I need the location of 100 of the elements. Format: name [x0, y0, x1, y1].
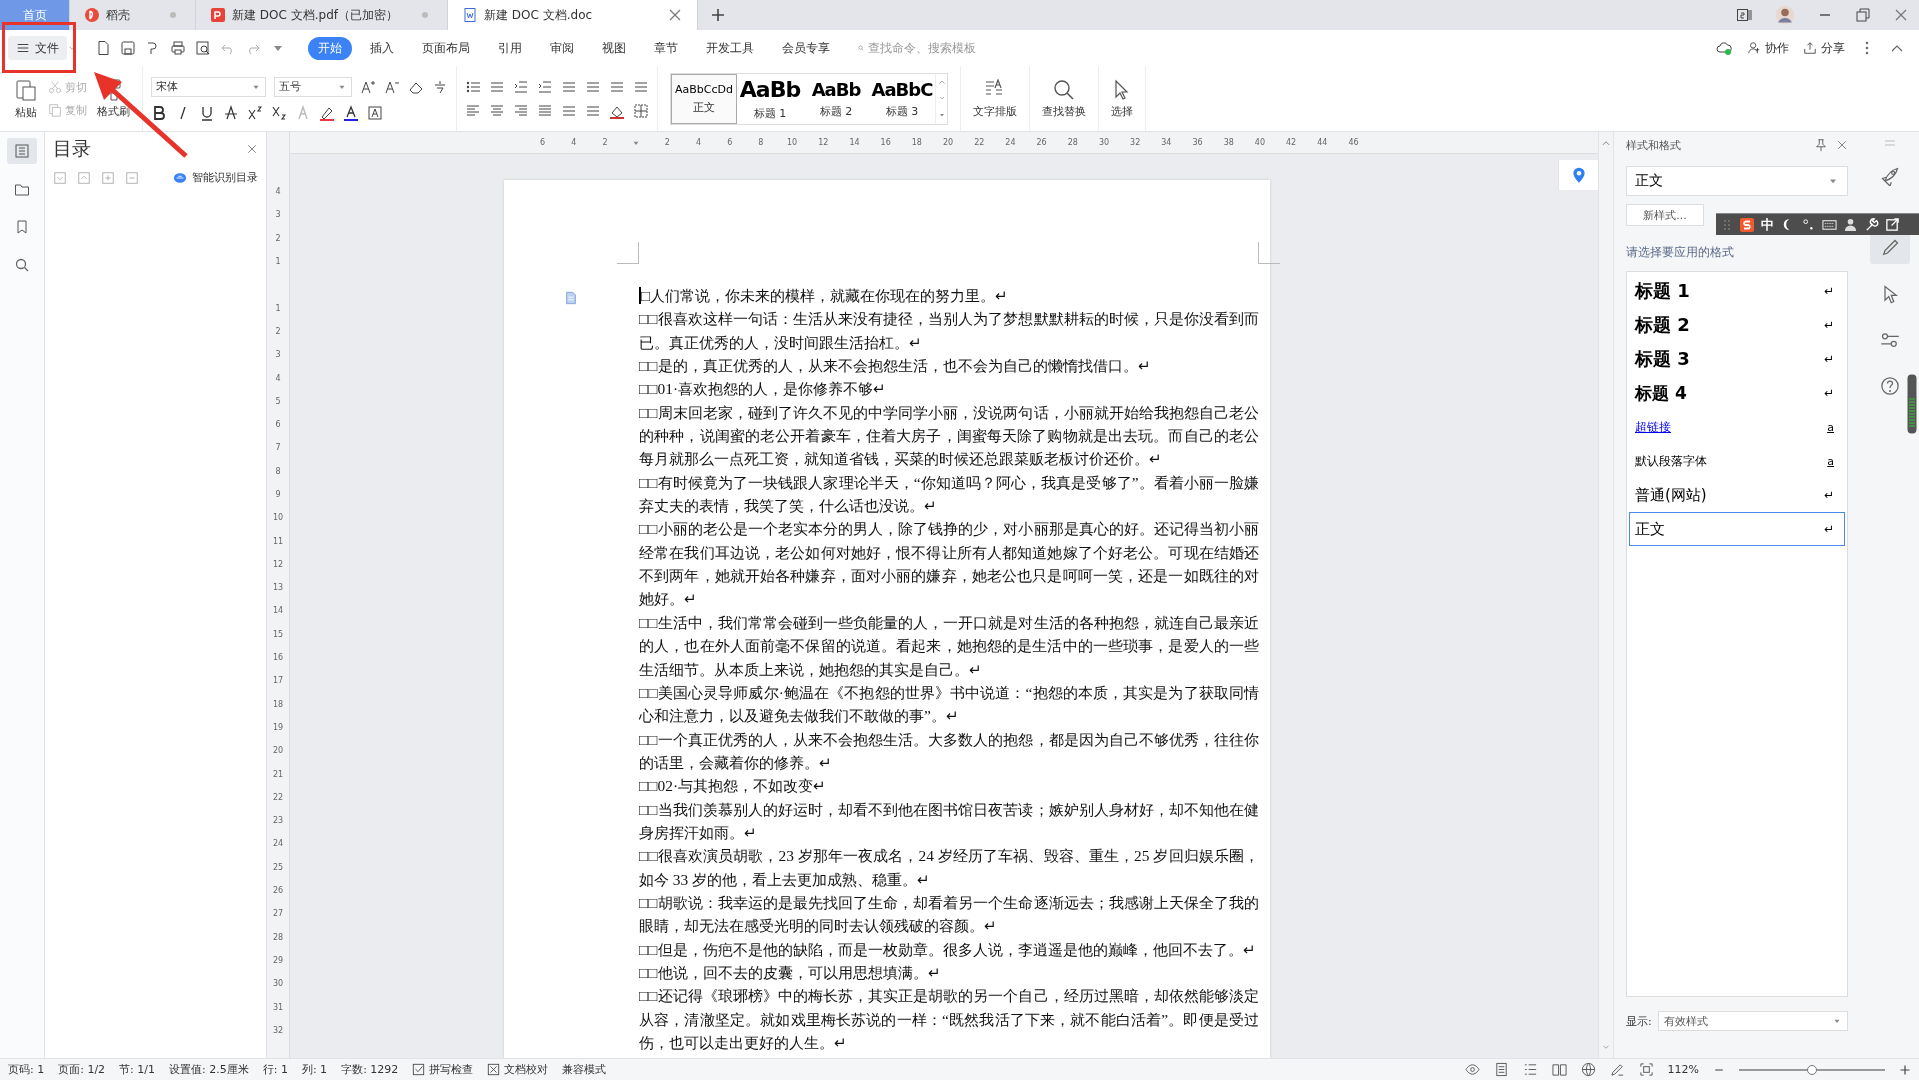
zoom-level-dropdown[interactable]: 112% [1667, 1063, 1699, 1076]
spell-check-toggle[interactable]: 拼写检查 [412, 1062, 474, 1077]
font-color-icon[interactable] [343, 104, 359, 121]
restore-icon[interactable] [1855, 7, 1871, 23]
phonetic-guide-icon[interactable] [432, 78, 448, 95]
style-list-item[interactable]: 标题 3 ↵ [1629, 342, 1845, 376]
paragraph: □□01·喜欢抱怨的人，是你修养不够↵ [639, 380, 887, 398]
close-icon[interactable] [1836, 139, 1848, 151]
paste-button[interactable]: 粘贴 [10, 75, 42, 122]
close-icon[interactable] [246, 143, 258, 155]
ruler-number: 23 [271, 815, 285, 828]
share-button[interactable]: 分享 [1803, 39, 1845, 57]
ribbon-tab[interactable]: 视图 [592, 36, 636, 60]
paragraph: □人们常说，你未来的模样，就藏在你现在的努力里。↵ [641, 287, 1009, 304]
writing-mode-icon[interactable] [1609, 1062, 1625, 1077]
wrench-icon[interactable] [1864, 217, 1879, 232]
file-menu-button[interactable]: 文件 [8, 36, 67, 60]
strikethrough-icon[interactable] [223, 104, 239, 121]
proofread-toggle[interactable]: 文档校对 [487, 1062, 549, 1077]
character-border-icon[interactable] [367, 104, 383, 121]
reading-view-icon[interactable] [1551, 1062, 1567, 1077]
superscript-icon[interactable] [247, 104, 263, 121]
fit-page-icon[interactable] [1638, 1062, 1654, 1077]
bold-icon[interactable] [151, 104, 167, 121]
ribbon-tab[interactable]: 引用 [488, 36, 532, 60]
ruler-number: 46 [1347, 138, 1360, 147]
align-center-icon[interactable] [489, 102, 505, 119]
style-list-item[interactable]: 普通(网站) ↵ [1629, 478, 1845, 512]
outline-view-icon[interactable] [1522, 1062, 1538, 1077]
cloud-sync-icon[interactable] [1715, 40, 1733, 56]
style-list-item[interactable]: 标题 2 ↵ [1629, 308, 1845, 342]
ruler-number: 25 [271, 861, 285, 874]
style-list-item[interactable]: 正文 ↵ [1629, 512, 1845, 546]
ribbon-tab[interactable]: 开发工具 [696, 36, 764, 60]
avatar-icon[interactable] [1775, 5, 1795, 25]
subscript-icon[interactable] [271, 104, 287, 121]
ruler-number: 16 [879, 138, 892, 147]
close-icon[interactable] [667, 7, 683, 23]
print-icon[interactable] [170, 40, 186, 56]
scroll-up-icon[interactable] [1601, 138, 1611, 148]
ruler-number: 38 [1222, 138, 1235, 147]
paragraph: □□一个真正优秀的人，从来不会抱怨生活。大多数人的抱怨，都是因为自己不够优秀，往往你的话里，会藏着你的修养。↵ [639, 730, 1259, 771]
ruler-number: 15 [271, 628, 285, 641]
grow-font-icon[interactable] [360, 78, 376, 95]
borders-icon[interactable] [633, 102, 649, 119]
new-style-button[interactable]: 新样式... [1626, 204, 1704, 226]
select-button[interactable]: 选择 [1107, 76, 1137, 121]
align-left-icon[interactable] [465, 102, 481, 119]
style-preset[interactable]: AaBb 标题 2 [803, 73, 869, 124]
ribbon-tab[interactable]: 章节 [644, 36, 688, 60]
ribbon-tab[interactable]: 开始 [308, 36, 352, 60]
slider-thumb[interactable] [1807, 1064, 1817, 1075]
keyboard-icon[interactable] [1822, 217, 1837, 232]
close-icon[interactable] [1893, 7, 1909, 23]
increase-indent-icon[interactable] [537, 78, 553, 95]
font-size-dropdown[interactable]: 五号 [274, 76, 352, 97]
style-list-item[interactable]: 默认段落字体 a [1629, 444, 1845, 478]
document-icon[interactable] [564, 290, 578, 306]
paragraph: □□当我们羡慕别人的好运时，却看不到他在图书馆日夜苦读；嫉妒别人身材好，却不知他在健身房挥汗如雨。↵ [639, 800, 1259, 841]
font-name-dropdown[interactable]: 宋体 [151, 76, 266, 97]
style-type-mark: a [1827, 454, 1834, 468]
ribbon-tab[interactable]: 会员专享 [772, 36, 840, 60]
ruler-number: 19 [271, 721, 285, 734]
print-preview-icon[interactable] [195, 40, 211, 56]
style-list-item[interactable]: 标题 4 ↵ [1629, 376, 1845, 410]
underline-icon[interactable] [199, 104, 215, 121]
command-search-field[interactable]: 查找命令、搜索模板 [868, 41, 1008, 55]
logo-icon[interactable] [1739, 216, 1755, 233]
save-icon[interactable] [120, 40, 136, 56]
user-icon[interactable] [1843, 217, 1858, 232]
new-tab-icon[interactable] [710, 7, 726, 23]
align-right-icon[interactable] [513, 102, 529, 119]
decrease-indent-icon[interactable] [513, 78, 529, 95]
collaborate-button[interactable]: 协作 [1747, 39, 1789, 57]
style-dropdown[interactable]: 正文 [1626, 166, 1848, 196]
page-view-icon[interactable] [1493, 1062, 1509, 1077]
smart-toc-button[interactable]: 智能识别目录 [172, 170, 258, 185]
style-preset[interactable]: AaBb 标题 1 [737, 73, 803, 124]
pin-icon[interactable] [1814, 138, 1828, 152]
status-item: 行: 1 [262, 1062, 288, 1077]
show-dropdown[interactable]: 有效样式 [1657, 1011, 1848, 1031]
style-preset[interactable]: AaBbC 标题 3 [869, 73, 935, 124]
style-preset[interactable]: AaBbCcDd 正文 [671, 73, 737, 124]
web-view-icon[interactable] [1580, 1062, 1596, 1077]
new-document-icon[interactable] [95, 40, 111, 56]
ribbon-tab[interactable]: 插入 [360, 36, 404, 60]
style-list-item[interactable]: 标题 1 ↵ [1629, 274, 1845, 308]
eye-protection-icon[interactable] [1464, 1062, 1480, 1077]
ribbon-tab[interactable]: 页面布局 [412, 36, 480, 60]
text-layout-button[interactable]: 文字排版 [969, 76, 1021, 121]
ribbon-tab[interactable]: 审阅 [540, 36, 584, 60]
zoom-in-icon[interactable] [1899, 1063, 1911, 1076]
window-layout-icon[interactable] [1735, 7, 1753, 23]
input-mode-toggle[interactable]: 中 [1761, 215, 1774, 234]
external-link-icon[interactable] [1885, 217, 1900, 232]
find-replace-button[interactable]: 查找替换 [1038, 76, 1090, 121]
document-tab[interactable]: 新建 DOC 文档.doc [448, 0, 698, 30]
justify-icon[interactable] [537, 102, 553, 119]
ruler-number: 26 [1035, 138, 1048, 147]
ruler-number: 4 [274, 372, 282, 385]
